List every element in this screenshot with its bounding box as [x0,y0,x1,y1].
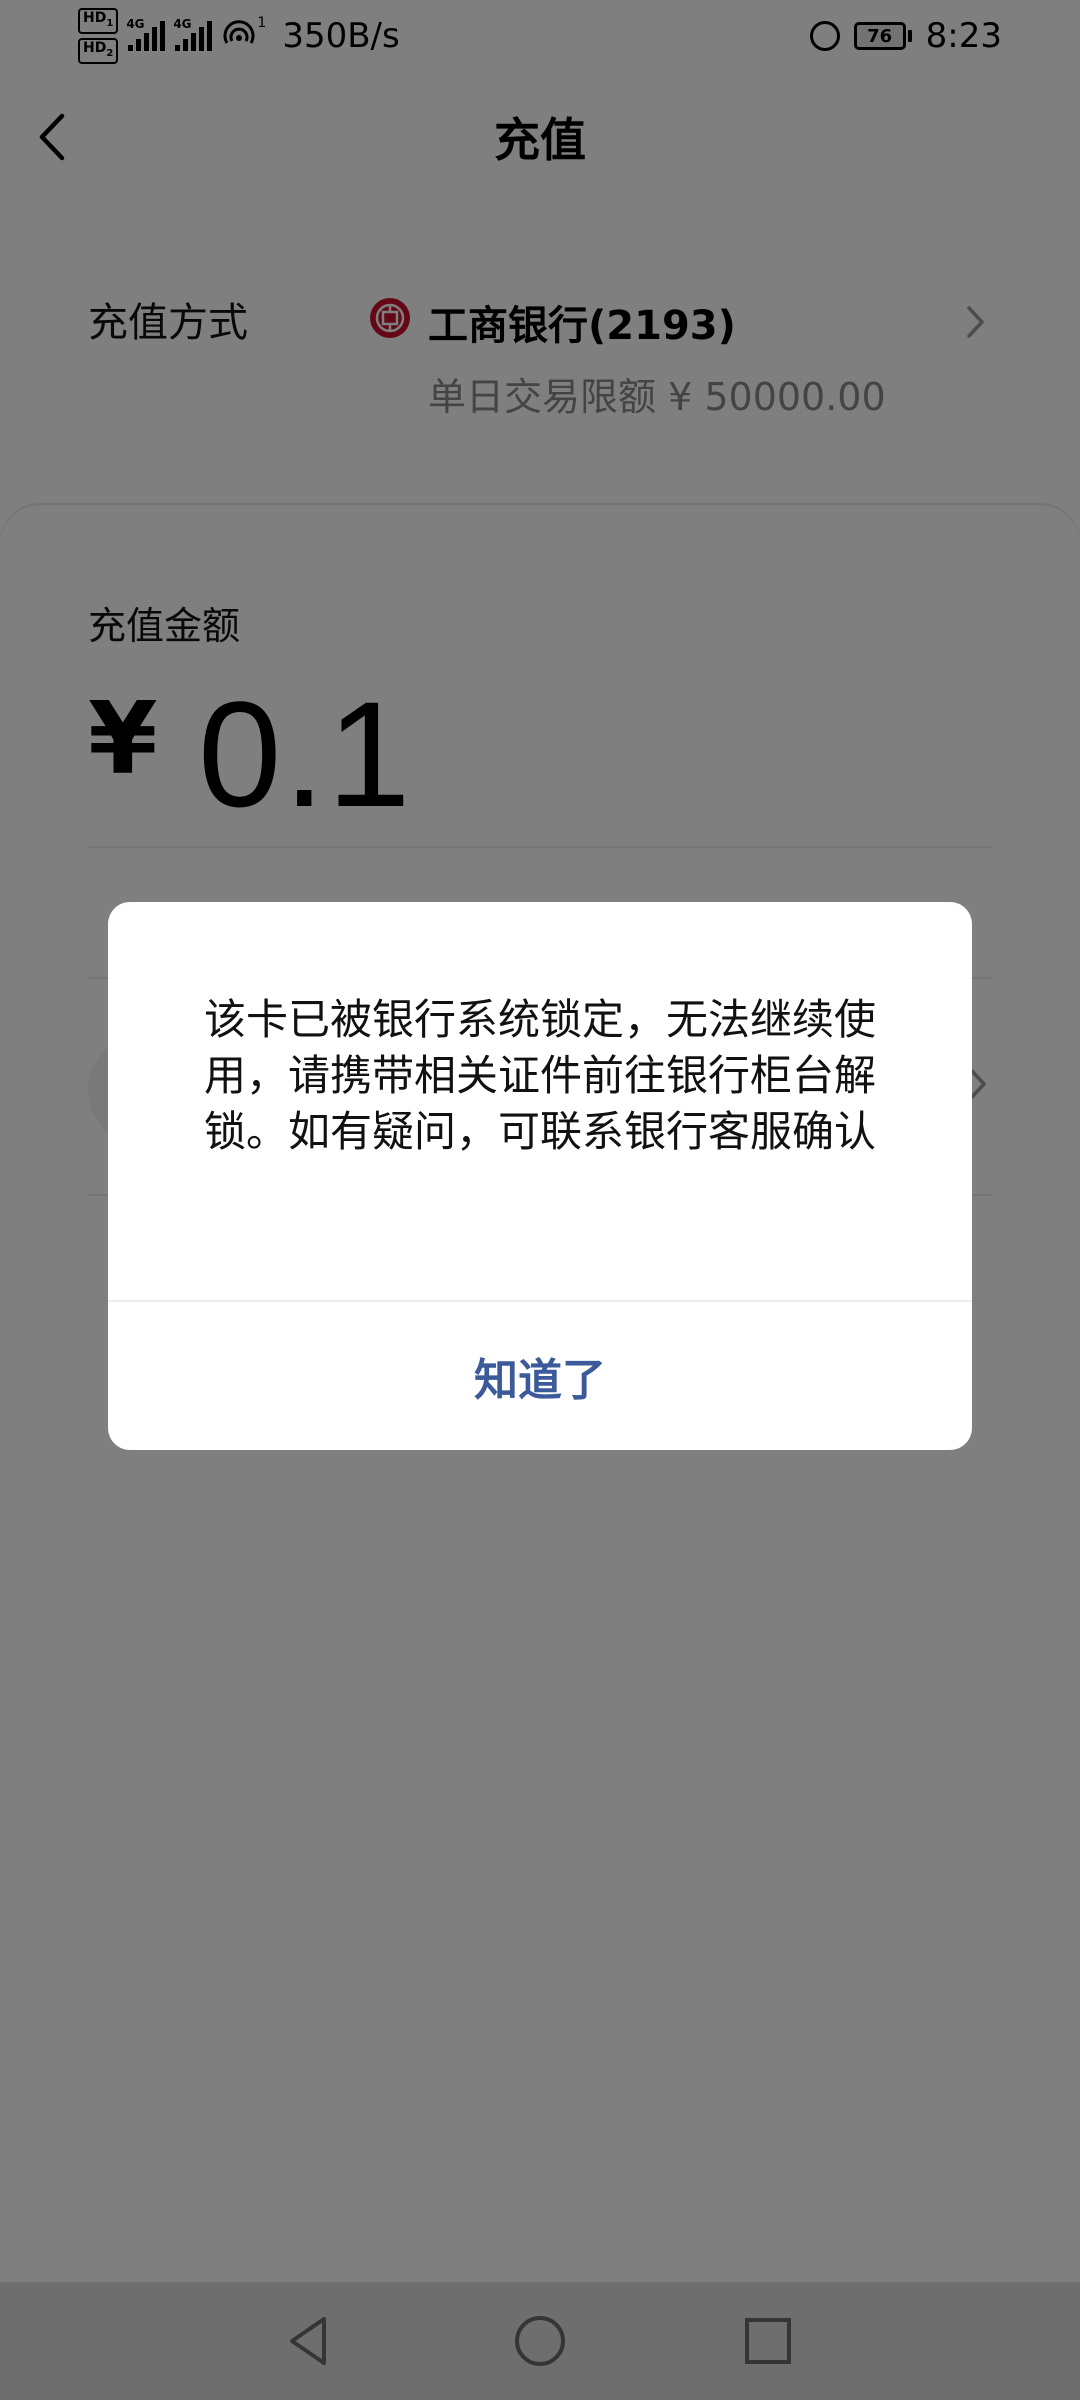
nav-back-button[interactable] [228,2282,388,2400]
circle-home-icon [515,2316,565,2366]
recharge-page: HD1 HD2 4G 4G [0,0,1080,2405]
square-recents-icon [745,2318,791,2364]
nav-home-button[interactable] [460,2282,620,2400]
dialog-message: 该卡已被银行系统锁定，无法继续使用，请携带相关证件前往银行柜台解锁。如有疑问，可… [203,995,876,1156]
system-nav-bar [0,2282,1080,2400]
got-it-button[interactable]: 知道了 [108,1302,972,1450]
triangle-back-icon [290,2317,326,2365]
alert-dialog: 该卡已被银行系统锁定，无法继续使用，请携带相关证件前往银行柜台解锁。如有疑问，可… [108,902,972,1450]
nav-recents-button[interactable] [688,2282,848,2400]
